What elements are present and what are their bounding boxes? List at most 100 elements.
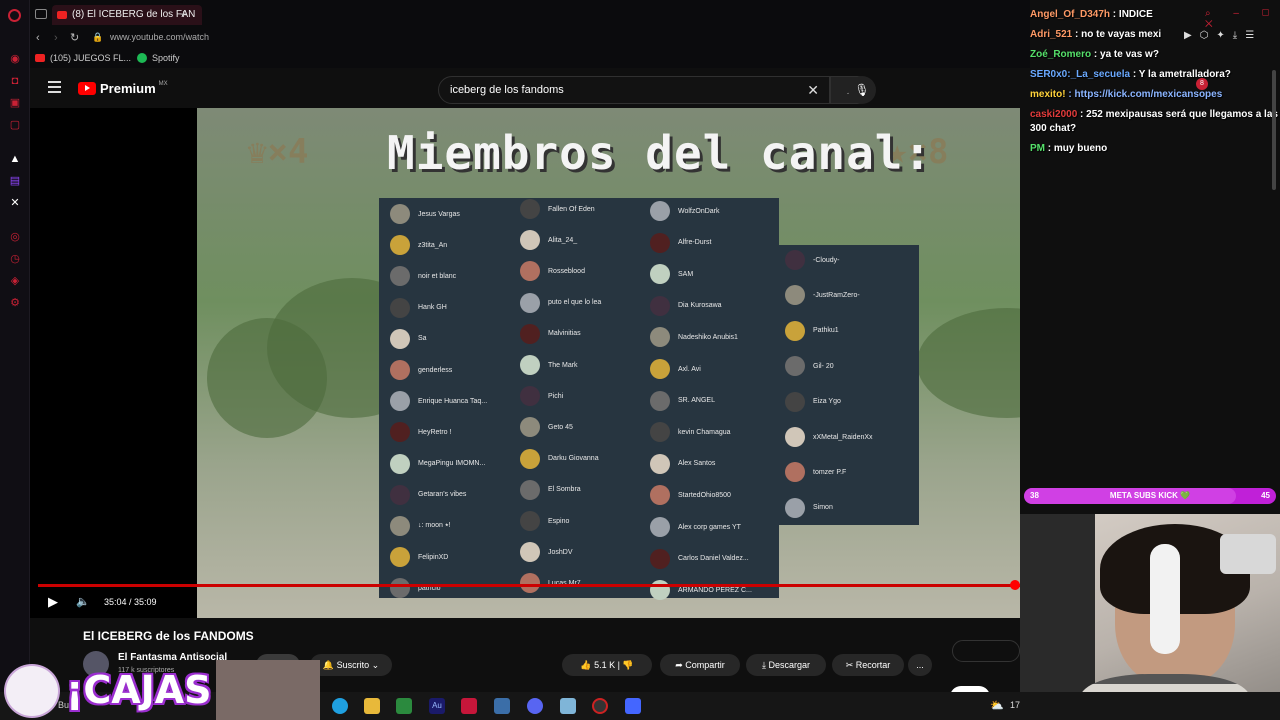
member-entry: Hank GH [390,295,447,321]
play-icon[interactable]: ▶ [48,594,58,610]
member-entry: -JustRamZero- [785,282,860,308]
member-name: ↓: moon ⭑! [418,522,451,529]
share-button[interactable]: ➦ Compartir [660,654,740,676]
forward-icon[interactable]: › [54,32,58,44]
audition-icon[interactable]: Au [429,698,445,714]
member-avatar [650,201,670,221]
app-icon[interactable] [494,698,510,714]
member-name: Getaran's vibes [418,491,467,499]
member-name: -Cloudy- [813,256,840,264]
opera-sidebar: ◉ ◘ ▣ ▢ ▲ ▤ ✕ ◎ ◷ ◈ ⚙ [0,0,30,720]
member-avatar [390,360,410,380]
member-avatar [650,422,670,443]
member-name: Simon [813,504,833,512]
member-name: Jesus Vargas [418,210,460,218]
tab-title: (8) El ICEBERG de los FAN [72,9,196,20]
chat-username: mexito! [1030,89,1066,100]
weather-icon[interactable]: ⛅ [990,699,1004,712]
edge-icon[interactable] [332,698,348,714]
app2-icon[interactable] [625,698,641,714]
progress-bar[interactable] [38,584,1020,587]
progress-scrubber[interactable] [1010,580,1020,590]
chat-replay-box[interactable] [952,640,1020,662]
browser-toolbar-icons[interactable]: ▶⬡✦⤓☰ [1184,30,1262,41]
opera-gx-icon[interactable] [461,698,477,714]
subscribed-button[interactable]: 🔔 Suscrito ⌄ [310,654,392,676]
bookmark-spotify[interactable]: Spotify [137,53,180,63]
member-entry: Simon [785,495,833,521]
member-avatar [390,391,410,412]
member-avatar [520,479,540,500]
member-entry: FelipinXD [390,544,448,570]
member-entry: -Cloudy- [785,247,839,273]
member-entry: xXMetal_RaidenXx [785,424,873,450]
member-avatar [650,390,670,411]
history-icon[interactable]: ◷ [8,252,22,266]
volume-icon[interactable]: 🔈 [76,595,90,608]
member-entry: patricio [390,575,441,601]
member-avatar [650,548,670,569]
like-button[interactable]: 👍 5.1 K | 👎 [562,654,652,676]
member-avatar [650,359,670,379]
voice-search-button[interactable]: 🎙 [848,76,876,104]
aria-icon[interactable]: ▲ [8,152,22,166]
member-name: JoshDV [548,548,573,556]
obs-icon[interactable] [592,698,608,714]
spotify-icon [137,53,147,63]
chat-icon[interactable]: ◘ [8,74,22,88]
notes-icon[interactable] [560,698,576,714]
member-name: WolfzOnDark [678,207,720,215]
member-entry: El Sombra [520,477,581,503]
search-input[interactable]: iceberg de los fandoms ✕ [438,76,830,104]
member-entry: The Mark [520,352,578,378]
member-name: tomzer P.F [813,468,847,476]
member-entry: Fallen Of Eden [520,196,595,222]
notification-badge: 8 [1196,78,1208,90]
member-name: Sa [418,335,427,343]
member-name: -JustRamZero- [813,291,860,299]
chat-text: : INDICE [1110,9,1153,20]
member-entry: puto el que lo lea [520,290,601,316]
player-icon[interactable]: ◎ [8,230,22,244]
mic-icon: 🎙 [854,83,870,97]
member-name: Hank GH [418,304,447,312]
member-avatar [390,578,410,599]
window-controls[interactable]: ⌕ – ▢ ✕ [1205,8,1280,30]
member-avatar [390,484,410,505]
clear-search-icon[interactable]: ✕ [807,77,819,103]
member-entry: Nadeshiko Anubis1 [650,324,738,350]
clip-button[interactable]: ✂ Recortar [832,654,904,676]
member-avatar [785,391,805,412]
extensions-icon[interactable]: ◈ [8,274,22,288]
messenger-icon[interactable]: ◉ [8,52,22,66]
back-icon[interactable]: ‹ [36,32,40,44]
menu-icon[interactable] [48,81,61,93]
youtube-favicon-icon [35,54,45,62]
new-tab-button[interactable]: + [180,7,187,21]
bookmark-juegos[interactable]: (105) JUEGOS FL... [35,53,131,63]
instagram-icon[interactable]: ▢ [8,118,22,132]
x-icon[interactable]: ✕ [8,196,22,210]
scrollbar[interactable] [1272,70,1276,190]
more-actions-button[interactable]: ... [908,654,932,676]
member-name: Pichi [548,392,564,400]
download-button[interactable]: ⤓ Descargar [746,654,826,676]
whatsapp-icon[interactable]: ▣ [8,96,22,110]
video-player[interactable]: ♛×4 ★×8 Miembros del canal: Jesus Vargas… [30,108,1020,618]
member-avatar [785,356,805,377]
file-explorer-icon[interactable] [364,698,380,714]
url-field[interactable]: www.youtube.com/watch [110,32,209,42]
member-avatar [390,297,410,318]
store-icon[interactable] [396,698,412,714]
opera-logo-icon[interactable] [8,9,21,22]
youtube-logo[interactable]: Premium MX [78,81,168,96]
twitch-icon[interactable]: ▤ [8,174,22,188]
member-avatar [390,516,410,536]
reload-icon[interactable]: ↻ [70,31,79,44]
member-name: Enrique Huanca Taq... [418,397,488,405]
tab-menu-icon[interactable] [35,9,47,19]
member-name: xXMetal_RaidenXx [813,433,873,441]
member-name: Pathku1 [813,327,839,335]
discord-icon[interactable] [527,698,543,714]
settings-icon[interactable]: ⚙ [8,296,22,310]
